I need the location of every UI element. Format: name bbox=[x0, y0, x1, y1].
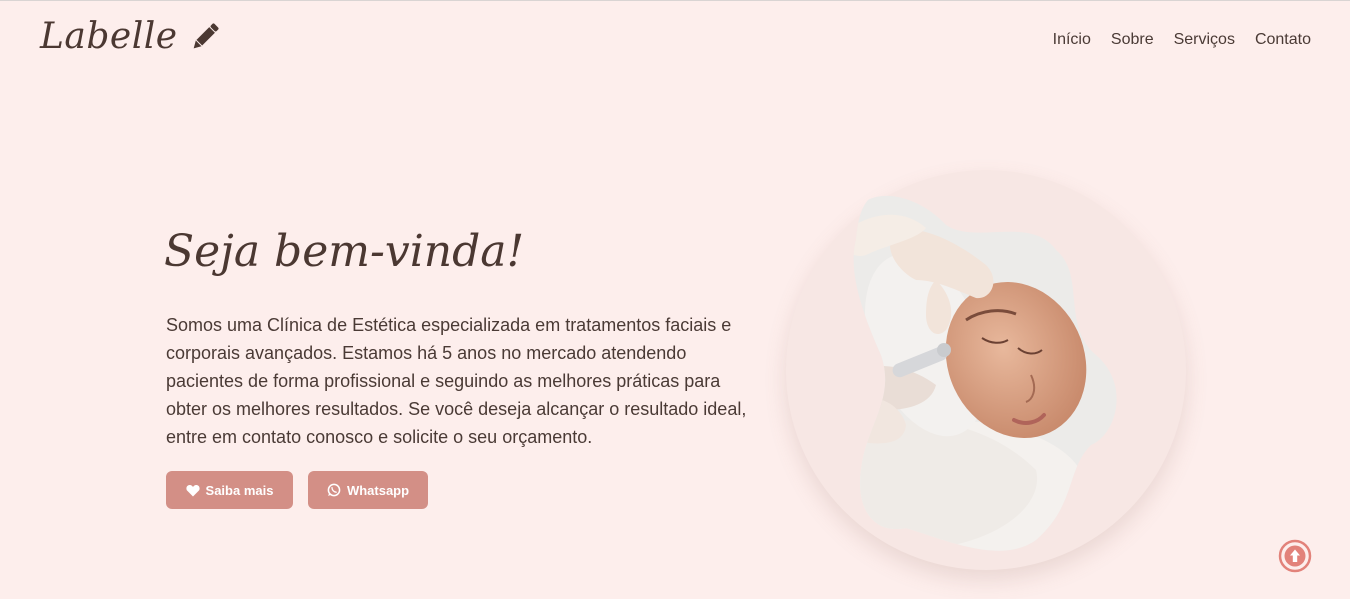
saiba-mais-label: Saiba mais bbox=[205, 482, 274, 498]
heart-icon bbox=[185, 484, 200, 496]
nav-servicos[interactable]: Serviços bbox=[1174, 31, 1235, 49]
top-border bbox=[0, 0, 1350, 1]
arrow-up-circle-icon[interactable] bbox=[1278, 539, 1312, 573]
hero-description: Somos uma Clínica de Estética especializ… bbox=[166, 315, 747, 447]
whatsapp-icon bbox=[327, 483, 341, 497]
nav-inicio[interactable]: Início bbox=[1053, 31, 1091, 49]
pencil-icon bbox=[193, 22, 219, 48]
hero-title: Seja bem-vinda! bbox=[164, 226, 525, 277]
logo[interactable]: Labelle bbox=[40, 16, 222, 57]
logo-text: Labelle bbox=[40, 16, 178, 57]
main-nav: Início Sobre Serviços Contato bbox=[1053, 31, 1311, 49]
nav-sobre[interactable]: Sobre bbox=[1111, 31, 1154, 49]
nav-contato[interactable]: Contato bbox=[1255, 31, 1311, 49]
facial-treatment-image bbox=[853, 195, 1117, 551]
whatsapp-button[interactable]: Whatsapp bbox=[308, 471, 428, 509]
saiba-mais-button[interactable]: Saiba mais bbox=[166, 471, 293, 509]
whatsapp-label: Whatsapp bbox=[346, 482, 410, 498]
